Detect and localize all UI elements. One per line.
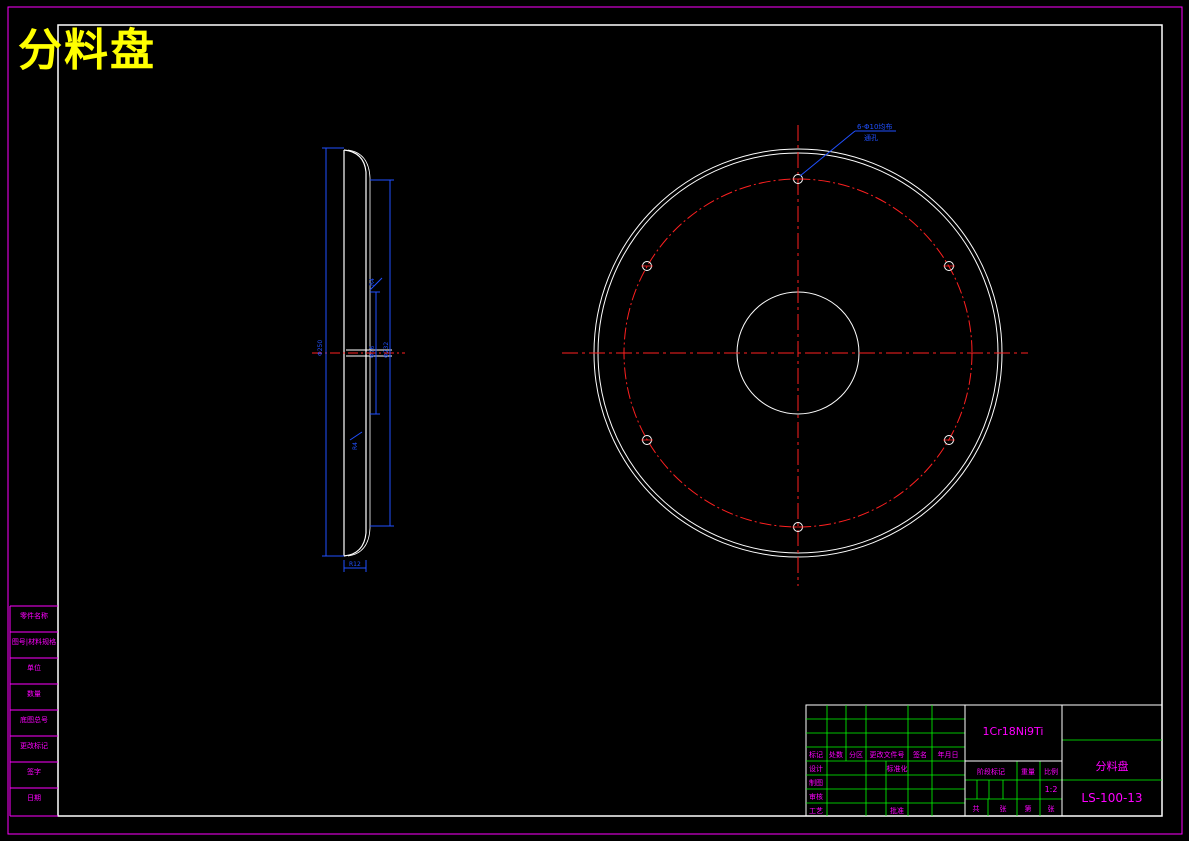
tb-bottom-1: 张 — [1000, 804, 1007, 813]
dim-radius-2: R4 — [352, 442, 359, 450]
side-label-6: 签字 — [27, 767, 41, 776]
title-block: 标记 处数 分区 更改文件号 签名 年月日 设计 制图 审核 工艺 标准化 批准… — [805, 704, 1163, 817]
tb-row-label-3: 更改文件号 — [870, 750, 905, 759]
side-label-4: 底图总号 — [20, 715, 48, 724]
tb-right-0: 阶段标记 — [977, 767, 1005, 776]
side-label-0: 零件名称 — [20, 611, 48, 620]
tb-row-label-0: 标记 — [809, 750, 823, 759]
tb-bottom-3: 张 — [1048, 804, 1055, 813]
dim-inner: Φ76 — [369, 345, 376, 358]
part-name: 分料盘 — [1096, 759, 1129, 773]
side-view: Φ250 Φ232 Φ76 R12 R4 R4 — [312, 147, 405, 572]
scale: 1:2 — [1045, 785, 1058, 794]
material: 1Cr18Ni9Ti — [983, 725, 1044, 738]
tb-row-label-1: 处数 — [829, 750, 843, 759]
side-label-7: 日期 — [27, 794, 41, 802]
cad-drawing: 零件名称 图号|材料规格 单位 数量 底图总号 更改标记 签字 日期 Φ250 … — [7, 6, 1183, 835]
side-label-1: 图号|材料规格 — [12, 637, 56, 646]
side-table: 零件名称 图号|材料规格 单位 数量 底图总号 更改标记 签字 日期 — [9, 605, 58, 817]
dim-thick: R12 — [349, 561, 361, 568]
tb-right-2: 比例 — [1044, 767, 1058, 776]
drawing-number: LS-100-13 — [1081, 791, 1142, 805]
dim-outer: Φ250 — [317, 340, 324, 356]
tb-row-label-4: 签名 — [913, 750, 927, 759]
dim-mid: Φ232 — [383, 342, 390, 358]
side-label-2: 单位 — [27, 663, 41, 672]
tb-mid-1: 批准 — [890, 806, 904, 815]
tb-left-0: 设计 — [809, 764, 823, 773]
tb-row-label-2: 分区 — [849, 750, 863, 759]
drawing-title: 分料盘 — [18, 25, 156, 76]
hole-note-line2: 通孔 — [864, 133, 878, 142]
tb-mid-0: 标准化 — [887, 764, 908, 773]
tb-bottom-0: 共 — [973, 804, 980, 813]
tb-bottom-2: 第 — [1025, 804, 1032, 813]
hole-note-line1: 6-Φ10均布 — [857, 122, 892, 131]
outer-frame — [7, 6, 1183, 835]
dim-radius-1: R4 — [369, 278, 376, 286]
side-label-3: 数量 — [27, 689, 41, 698]
tb-row-label-5: 年月日 — [938, 750, 959, 759]
tb-left-1: 制图 — [809, 778, 823, 787]
tb-left-2: 审核 — [809, 792, 823, 801]
side-label-5: 更改标记 — [20, 741, 48, 750]
front-view: 6-Φ10均布 通孔 — [562, 122, 1028, 586]
tb-right-1: 重量 — [1021, 768, 1035, 776]
tb-left-3: 工艺 — [809, 807, 823, 815]
